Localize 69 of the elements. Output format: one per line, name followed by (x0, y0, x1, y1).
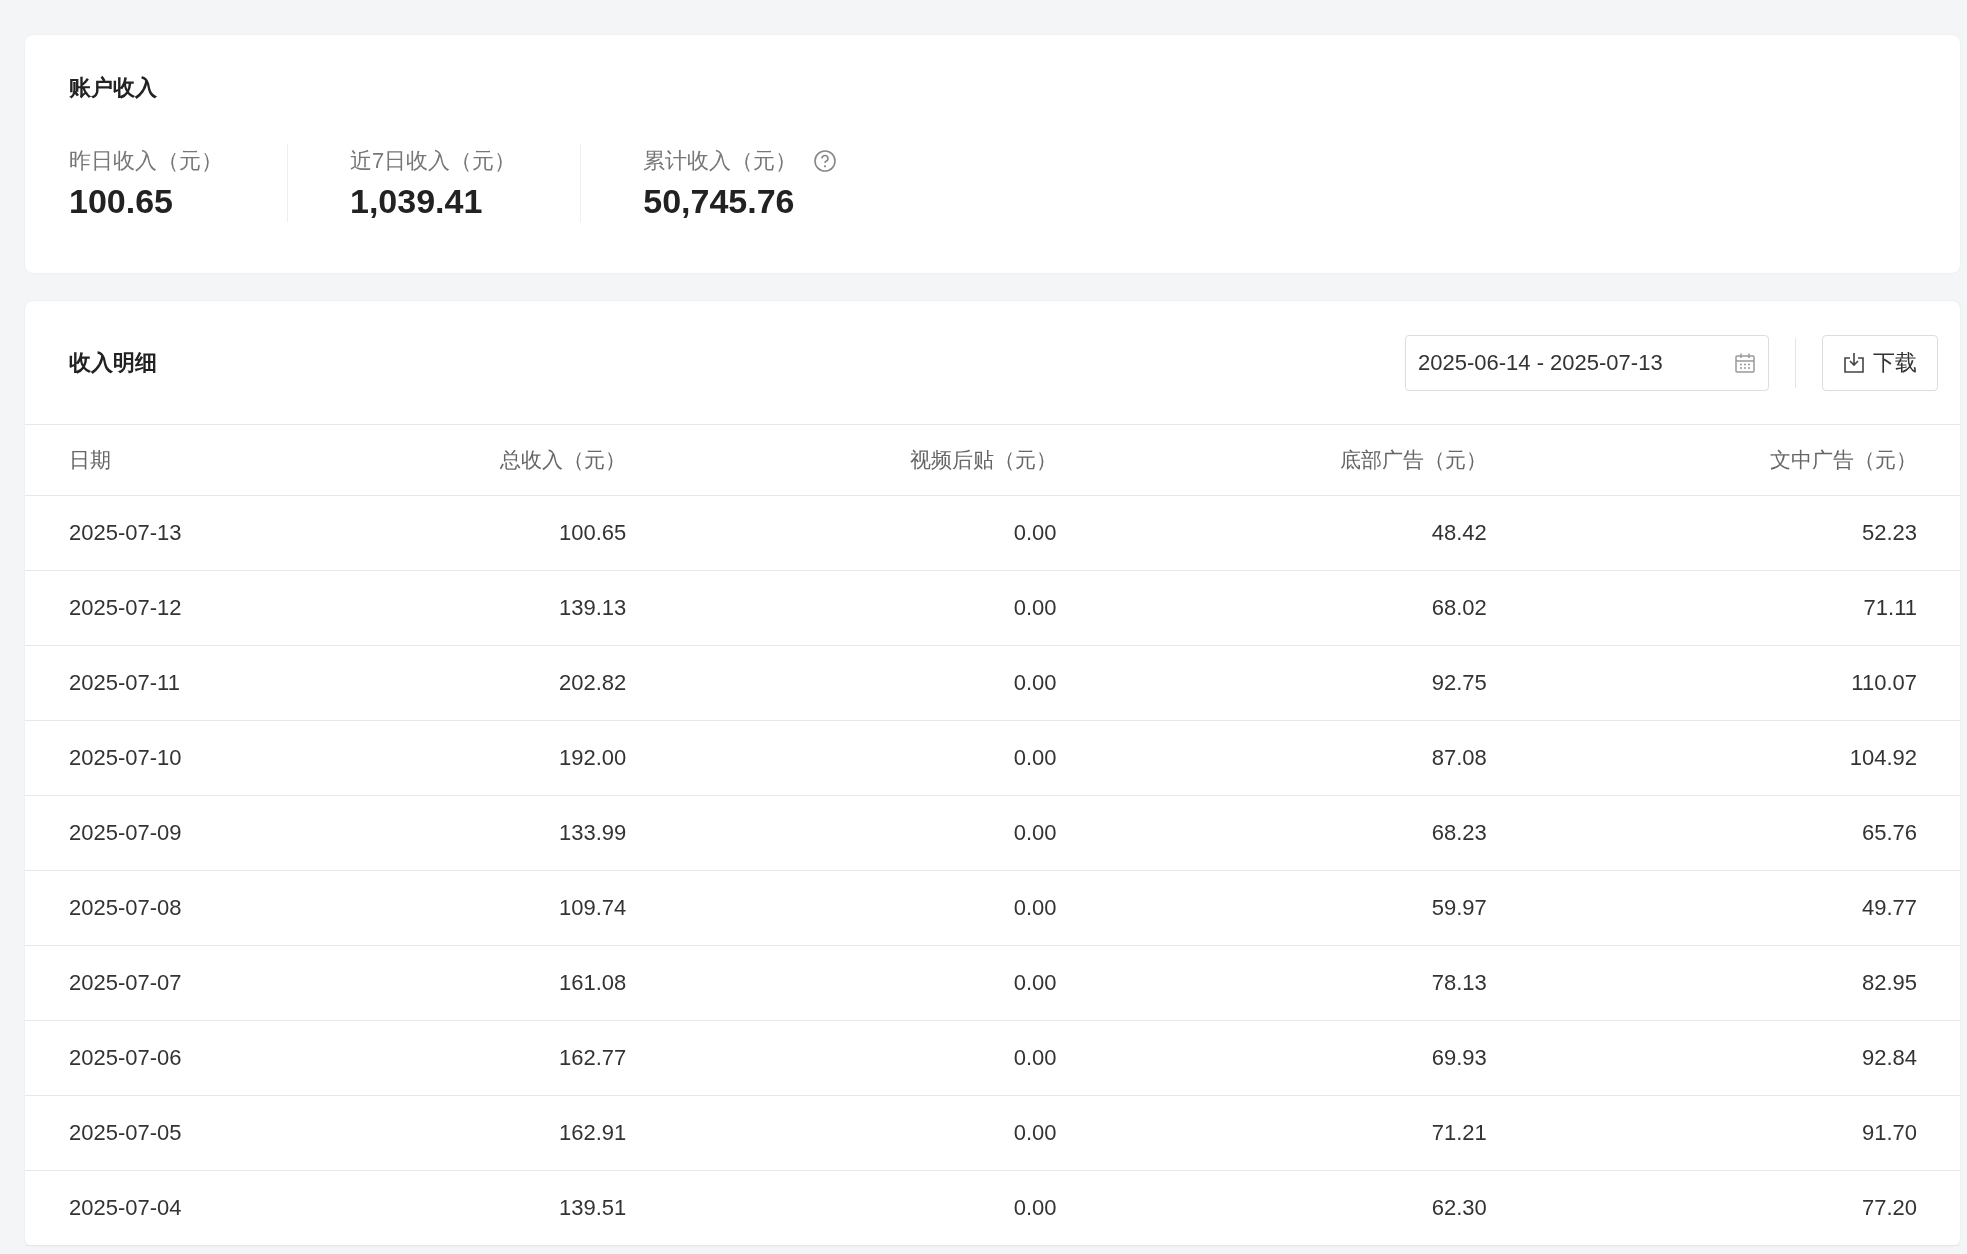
table-cell: 2025-07-07 (25, 945, 239, 1020)
section-title: 收入明细 (69, 349, 157, 377)
table-cell: 2025-07-04 (25, 1170, 239, 1245)
table-cell: 192.00 (239, 720, 670, 795)
stat-label: 昨日收入（元） (69, 147, 223, 175)
table-cell: 161.08 (239, 945, 670, 1020)
table-cell: 109.74 (239, 870, 670, 945)
table-cell: 82.95 (1529, 945, 1960, 1020)
table-cell: 162.77 (239, 1020, 670, 1095)
table-cell: 139.13 (239, 570, 670, 645)
table-cell: 100.65 (239, 495, 670, 570)
table-cell: 202.82 (239, 645, 670, 720)
table-cell: 71.21 (1099, 1095, 1530, 1170)
table-cell: 2025-07-11 (25, 645, 239, 720)
table-cell: 0.00 (669, 645, 1100, 720)
table-cell: 92.84 (1529, 1020, 1960, 1095)
table-cell: 71.11 (1529, 570, 1960, 645)
stat-value: 50,745.76 (643, 181, 796, 222)
table-cell: 104.92 (1529, 720, 1960, 795)
column-header: 底部广告（元） (1099, 425, 1530, 495)
table-cell: 2025-07-10 (25, 720, 239, 795)
table-cell: 2025-07-06 (25, 1020, 239, 1095)
table-cell: 91.70 (1529, 1095, 1960, 1170)
table-cell: 110.07 (1529, 645, 1960, 720)
table-cell: 77.20 (1529, 1170, 1960, 1245)
table-cell: 2025-07-09 (25, 795, 239, 870)
table-cell: 49.77 (1529, 870, 1960, 945)
table-cell: 0.00 (669, 795, 1100, 870)
table-cell: 68.23 (1099, 795, 1530, 870)
download-button[interactable]: 下载 (1822, 334, 1938, 391)
help-icon[interactable] (813, 148, 838, 173)
table-cell: 65.76 (1529, 795, 1960, 870)
table-cell: 0.00 (669, 1170, 1100, 1245)
table-cell: 0.00 (669, 945, 1100, 1020)
stat-label: 累计收入（元） (643, 147, 798, 175)
date-range-value: 2025-06-14 - 2025-07-13 (1418, 349, 1663, 377)
column-header: 文中广告（元） (1529, 425, 1960, 495)
table-cell: 0.00 (669, 570, 1100, 645)
table-cell: 59.97 (1099, 870, 1530, 945)
table-cell: 0.00 (669, 1020, 1100, 1095)
table-cell: 2025-07-08 (25, 870, 239, 945)
column-header: 总收入（元） (239, 425, 670, 495)
table-cell: 87.08 (1099, 720, 1530, 795)
table-cell: 0.00 (669, 870, 1100, 945)
table-cell: 69.93 (1099, 1020, 1530, 1095)
table-cell: 133.99 (239, 795, 670, 870)
table-cell: 52.23 (1529, 495, 1960, 570)
stat-value: 1,039.41 (350, 181, 484, 222)
table-cell: 2025-07-13 (25, 495, 239, 570)
table-cell: 68.02 (1099, 570, 1530, 645)
stat-label: 近7日收入（元） (350, 147, 517, 175)
calendar-icon (1734, 351, 1756, 374)
stat-value: 100.65 (69, 181, 174, 222)
table-cell: 92.75 (1099, 645, 1530, 720)
table-cell: 2025-07-12 (25, 570, 239, 645)
date-range-field[interactable]: 2025-06-14 - 2025-07-13 (1405, 334, 1769, 391)
table-cell: 0.00 (669, 495, 1100, 570)
download-icon (1843, 351, 1865, 374)
table-cell: 162.91 (239, 1095, 670, 1170)
table-cell: 62.30 (1099, 1170, 1530, 1245)
table-cell: 0.00 (669, 1095, 1100, 1170)
table-cell: 139.51 (239, 1170, 670, 1245)
section-title: 账户收入 (69, 74, 158, 102)
column-header: 视频后贴（元） (669, 425, 1100, 495)
column-header: 日期 (25, 425, 239, 495)
table-cell: 0.00 (669, 720, 1100, 795)
table-cell: 78.13 (1099, 945, 1530, 1020)
table-cell: 2025-07-05 (25, 1095, 239, 1170)
table-cell: 48.42 (1099, 495, 1530, 570)
